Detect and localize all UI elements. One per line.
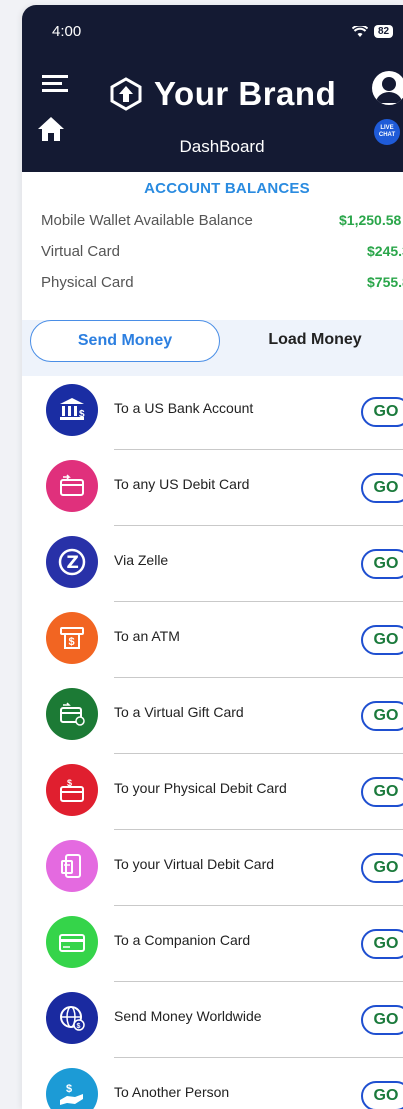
go-button[interactable]: GO [361,701,403,731]
zelle-icon: Z [46,536,98,588]
balance-row: Virtual Card $245.30 [41,243,403,263]
go-button[interactable]: GO [361,929,403,959]
svg-text:$: $ [69,636,75,648]
option-label: Send Money Worldwide [114,1008,262,1024]
brand-name: Your Brand [154,75,337,112]
option-label: To a Companion Card [114,932,251,948]
divider [114,829,403,830]
go-button[interactable]: GO [361,397,403,427]
option-label: To any US Debit Card [114,476,250,492]
list-item[interactable]: To your Virtual Debit Card GO [22,832,403,908]
divider [114,677,403,678]
debit-card-icon [46,460,98,512]
phone-screen: 4:00 82 Your Brand DashBoard LIVE CHAT A… [22,5,403,1109]
option-label: Via Zelle [114,552,169,568]
page-title: DashBoard [179,137,265,156]
live-chat-button[interactable]: LIVE CHAT [374,119,400,145]
hamburger-menu-icon[interactable] [42,75,68,95]
tab-load-money[interactable]: Load Money [230,320,400,362]
balance-row: Physical Card $755.85 [41,274,403,294]
list-item[interactable]: To a Companion Card GO [22,908,403,984]
divider [114,449,403,450]
go-button[interactable]: GO [361,1005,403,1035]
balances-title: ACCOUNT BALANCES [144,180,310,197]
wifi-icon [352,25,368,37]
physical-card-icon: $ [46,764,98,816]
balance-label: Virtual Card [41,243,120,260]
svg-text:$: $ [66,1083,72,1095]
svg-text:Z: Z [67,553,79,573]
balance-row: Mobile Wallet Available Balance $1,250.5… [41,212,403,232]
status-time: 4:00 [52,23,82,40]
list-item[interactable]: $ Send Money Worldwide GO [22,984,403,1060]
option-label: To an ATM [114,628,180,644]
balance-label: Physical Card [41,274,134,291]
go-button[interactable]: GO [361,549,403,579]
bank-icon: $ [46,384,98,436]
list-item[interactable]: $ To a US Bank Account GO [22,376,403,452]
battery-indicator: 82 [374,25,394,38]
divider [114,905,403,906]
balance-label: Mobile Wallet Available Balance [41,212,253,229]
option-label: To a Virtual Gift Card [114,704,244,720]
companion-card-icon [46,916,98,968]
gift-card-icon [46,688,98,740]
globe-icon: $ [46,992,98,1044]
tab-send-money[interactable]: Send Money [30,320,220,362]
list-item[interactable]: $ To an ATM GO [22,604,403,680]
balance-value: $1,250.58 [339,212,402,228]
status-icons: 82 [352,25,394,38]
option-label: To a US Bank Account [114,400,254,416]
balance-value: $755.85 [367,274,403,290]
svg-text:$: $ [77,1023,81,1030]
list-item[interactable]: $ To Another Person GO [22,1060,403,1109]
divider [114,1057,403,1058]
divider [114,981,403,982]
go-button[interactable]: GO [361,473,403,503]
money-tabs: Send Money Load Money [22,320,403,376]
virtual-card-icon [46,840,98,892]
divider [114,753,403,754]
go-button[interactable]: GO [361,1081,403,1109]
go-button[interactable]: GO [361,853,403,883]
person-transfer-icon: $ [46,1068,98,1109]
option-label: To your Physical Debit Card [114,780,287,796]
svg-text:$: $ [67,778,72,788]
list-item[interactable]: Z Via Zelle GO [22,528,403,604]
list-item[interactable]: $ To your Physical Debit Card GO [22,756,403,832]
brand-logo-icon [110,77,142,111]
go-button[interactable]: GO [361,625,403,655]
user-avatar-icon[interactable] [372,71,403,105]
account-balances: ACCOUNT BALANCES Mobile Wallet Available… [22,172,403,320]
divider [114,525,403,526]
go-button[interactable]: GO [361,777,403,807]
brand-logo: Your Brand [110,75,336,113]
list-item[interactable]: To any US Debit Card GO [22,452,403,528]
option-label: To Another Person [114,1084,230,1100]
option-label: To your Virtual Debit Card [114,856,275,872]
app-header: 4:00 82 Your Brand DashBoard LIVE CHAT [22,5,403,172]
divider [114,601,403,602]
svg-text:$: $ [79,409,85,420]
list-item[interactable]: To a Virtual Gift Card GO [22,680,403,756]
atm-icon: $ [46,612,98,664]
balance-value: $245.30 [367,243,403,259]
